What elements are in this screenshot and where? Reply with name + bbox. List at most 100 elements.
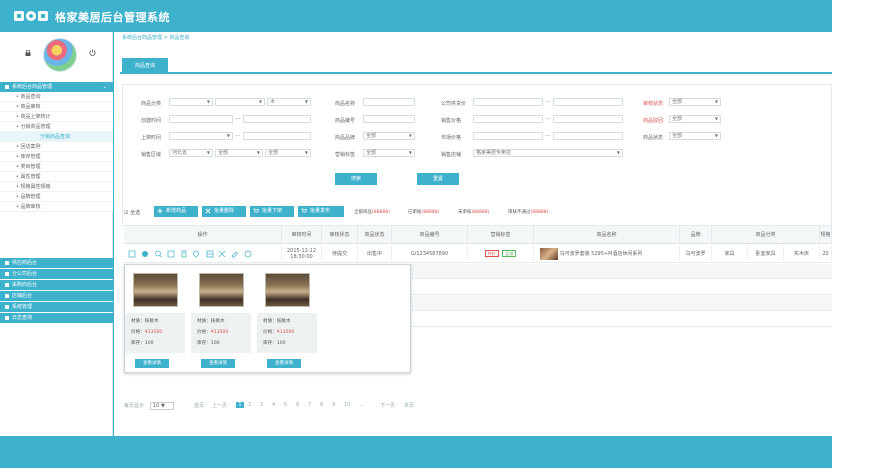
page-link[interactable]: 5: [284, 402, 287, 408]
per-page-value: 10: [153, 403, 160, 409]
sidebar-item-goods-audit[interactable]: • 商品审核: [0, 102, 113, 112]
created-from-input[interactable]: [169, 115, 233, 123]
goods-name-input[interactable]: [363, 98, 415, 106]
view-detail-button[interactable]: 查看详情: [135, 359, 169, 368]
sidebar-item-shelf-stats[interactable]: • 商品上架统计: [0, 112, 113, 122]
sidebar-section-buyer[interactable]: 采购商后台: [0, 280, 113, 290]
count-pending[interactable]: 未审核(88888): [458, 209, 489, 215]
column-header[interactable]: 审核时间: [282, 226, 322, 244]
district-select[interactable]: 全部 ▼: [265, 149, 311, 157]
power-icon[interactable]: [89, 49, 96, 56]
sidebar-item-distribution[interactable]: • 分销商品管理: [0, 122, 113, 132]
brand-select[interactable]: 全部 ▼: [363, 132, 415, 140]
brand-value: 全部: [366, 133, 377, 139]
goods-status-select[interactable]: 全部 ▼: [669, 132, 721, 140]
shelf-from-input[interactable]: ▼: [169, 132, 233, 140]
supply-price-max-input[interactable]: [553, 98, 623, 106]
category-select-2[interactable]: ▼: [215, 98, 265, 106]
page-link[interactable]: 3: [260, 402, 263, 408]
search-button[interactable]: 搜索: [335, 173, 377, 185]
menu-square-icon: [5, 293, 9, 298]
column-header[interactable]: 商品分类: [712, 226, 820, 244]
page-link[interactable]: 10: [344, 402, 350, 408]
tab-bar: 商品查询: [120, 56, 832, 74]
view-detail-button[interactable]: 查看详情: [201, 359, 235, 368]
column-header[interactable]: 审核状态: [322, 226, 358, 244]
column-header[interactable]: 商品名称: [534, 226, 680, 244]
page-link[interactable]: 9: [332, 402, 335, 408]
page-link[interactable]: 8: [320, 402, 323, 408]
batch-onshelf-button[interactable]: 批量发布: [298, 206, 344, 217]
count-rejected[interactable]: 审核不通过(88888): [508, 209, 548, 215]
province-select[interactable]: 河北省 ▼: [169, 149, 213, 157]
column-header[interactable]: 品牌: [680, 226, 712, 244]
reject-select[interactable]: 全部 ▼: [669, 115, 721, 123]
sale-price-min-input[interactable]: [473, 115, 543, 123]
sidebar-section-system[interactable]: 系统管理: [0, 302, 113, 312]
sidebar-item-attribute[interactable]: • 属性管理: [0, 172, 113, 182]
sidebar-section-supplier[interactable]: 供应商后台: [0, 258, 113, 268]
chevron-down-icon: ▼: [256, 150, 260, 155]
sidebar-item-brand-audit[interactable]: • 品牌审核: [0, 202, 113, 212]
category-select-3[interactable]: 木 ▼: [267, 98, 311, 106]
created-to-input[interactable]: [243, 115, 311, 123]
supply-price-min-input[interactable]: [473, 98, 543, 106]
next-page-link[interactable]: 下一页: [380, 402, 395, 409]
row-action-icons[interactable]: [128, 250, 278, 258]
sidebar-section-branch[interactable]: 分公司后台: [0, 269, 113, 279]
count-approved[interactable]: 已审核(88888): [408, 209, 439, 215]
shelf-to-input[interactable]: [243, 132, 311, 140]
sidebar-item-goods-query[interactable]: • 商品查询: [0, 92, 113, 102]
sku-meta: 材质：核桃木 价格：¥13500 库存：100: [191, 313, 251, 353]
view-detail-button[interactable]: 查看详情: [267, 359, 301, 368]
sidebar-item-category[interactable]: • 类目管理: [0, 162, 113, 172]
sidebar-section-goods[interactable]: 系统后台商品管理 ⌄: [0, 82, 113, 92]
category-select-1[interactable]: ▼: [169, 98, 213, 106]
column-header[interactable]: 营销标签: [468, 226, 534, 244]
page-link[interactable]: 4: [272, 402, 275, 408]
city-select[interactable]: 全部 ▼: [215, 149, 263, 157]
goods-code-input[interactable]: [363, 115, 415, 123]
prev-page-link[interactable]: 上一页: [212, 402, 227, 409]
count-all[interactable]: 全部商品(88888): [354, 209, 390, 215]
batch-delete-button[interactable]: 批量删除: [202, 206, 246, 217]
sidebar-item-brand[interactable]: • 品牌管理: [0, 192, 113, 202]
add-goods-button[interactable]: 新增商品: [154, 206, 198, 217]
reset-button[interactable]: 重置: [417, 173, 459, 185]
table-row[interactable]: 2015-12-12 18:30:00 待提交 出售中 G/1234567890…: [124, 245, 832, 263]
page-link[interactable]: 2: [248, 402, 251, 408]
first-page-link[interactable]: 首页: [194, 402, 204, 409]
sidebar-item-case[interactable]: • 回访案例: [0, 142, 113, 152]
page-link[interactable]: 6: [296, 402, 299, 408]
sidebar-item-spec[interactable]: • 规格属性规格: [0, 182, 113, 192]
sku-image: [133, 273, 178, 307]
per-page-select[interactable]: 10 ▼: [150, 402, 174, 410]
sidebar-section-label: 系统后台商品管理: [12, 84, 53, 90]
market-price-min-input[interactable]: [473, 132, 543, 140]
sale-price-max-input[interactable]: [553, 115, 623, 123]
audit-status-select[interactable]: 全部 ▼: [669, 98, 721, 106]
store-select[interactable]: 格家美居专卖店 ▼: [473, 149, 623, 157]
goods-thumbnail: [540, 247, 558, 260]
filter-label-supply-price: 公司供货价: [441, 101, 467, 107]
column-header[interactable]: 商品状态: [358, 226, 392, 244]
column-header[interactable]: 规格: [820, 226, 832, 244]
sidebar-item-stock[interactable]: • 库存管理: [0, 152, 113, 162]
sidebar-item-distribution-query[interactable]: 分销商品查询: [0, 132, 113, 142]
page-ellipsis: ...: [360, 402, 365, 408]
page-link[interactable]: 7: [308, 402, 311, 408]
sidebar-section-log[interactable]: 日志查询: [0, 313, 113, 323]
tab-goods-query[interactable]: 商品查询: [122, 58, 168, 74]
sku-price-line: 价格：¥13500: [131, 327, 179, 338]
page-link[interactable]: 1: [236, 402, 244, 408]
batch-offshelf-button[interactable]: 批量下架: [250, 206, 294, 217]
cell-goods-name[interactable]: 乌可波罗套装 5295+M酒店休闲系列: [534, 245, 680, 263]
column-header[interactable]: 商品编号: [392, 226, 468, 244]
sidebar-section-store[interactable]: 店铺后台: [0, 291, 113, 301]
last-page-link[interactable]: 末页: [404, 402, 414, 409]
market-price-max-input[interactable]: [553, 132, 623, 140]
cell-audit-status: 待提交: [322, 245, 358, 263]
select-all-checkbox[interactable]: ☑ 全选: [124, 209, 140, 216]
lock-icon[interactable]: [25, 50, 31, 56]
tag-select[interactable]: 全部 ▼: [363, 149, 415, 157]
